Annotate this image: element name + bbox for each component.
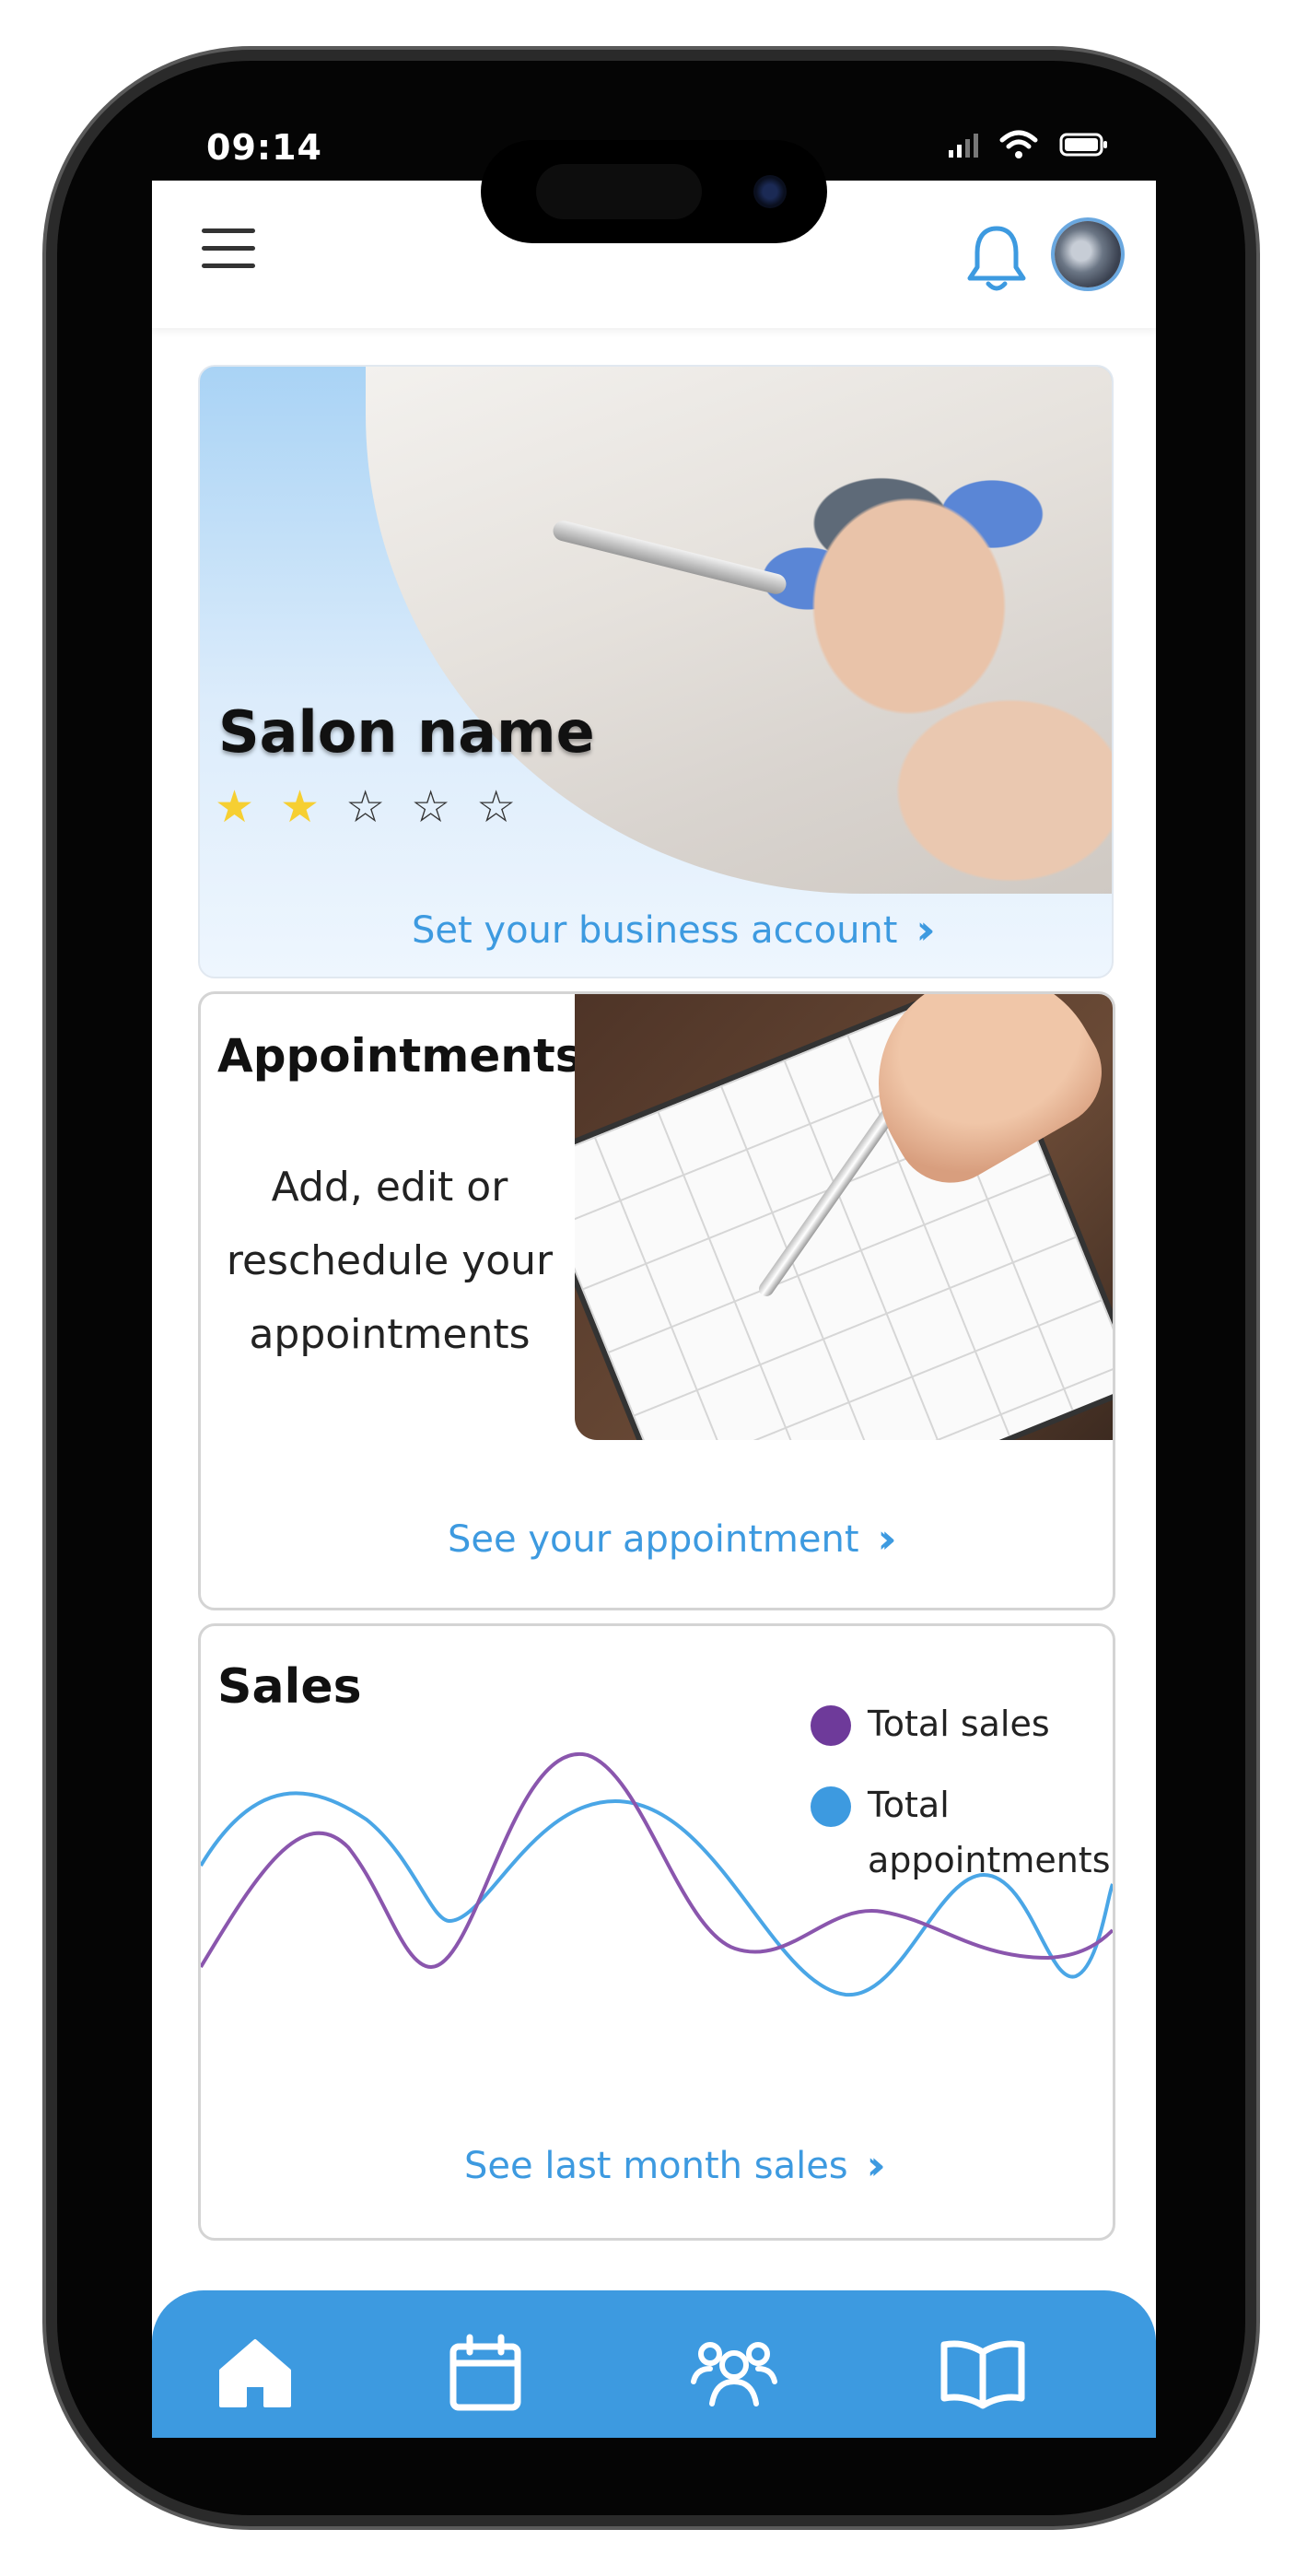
home-icon <box>219 2339 291 2407</box>
calendar-icon <box>449 2334 521 2411</box>
appointments-title: Appointments <box>217 1029 583 1083</box>
legend-item-total-sales: Total sales <box>811 1696 1107 1751</box>
star-empty-icon[interactable]: ☆ <box>411 785 450 829</box>
double-chevron-right-icon: ›› <box>916 907 936 954</box>
see-appointment-label: See your appointment <box>448 1517 859 1561</box>
dynamic-island <box>481 140 827 243</box>
battery-icon <box>1059 133 1107 157</box>
cellular-signal-icon <box>949 134 978 158</box>
legend-item-total-appointments: Total appointments <box>811 1777 1111 1888</box>
nav-calendar[interactable] <box>439 2327 531 2419</box>
legend-dot-blue <box>811 1786 851 1827</box>
legend-label: Total appointments <box>868 1785 1111 1880</box>
see-last-month-sales-link[interactable]: See last month sales ›› <box>464 2142 887 2189</box>
nav-home[interactable] <box>209 2327 301 2419</box>
volume-down-button <box>46 977 57 1152</box>
status-icons <box>947 129 1109 160</box>
app-screen: Salon name ★ ★ ☆ ☆ ☆ Set your business accou… <box>152 181 1156 2438</box>
see-last-month-sales-label: See last month sales <box>464 2144 848 2187</box>
hamburger-icon[interactable] <box>202 228 255 271</box>
nav-catalog[interactable] <box>937 2327 1029 2419</box>
star-filled-icon[interactable]: ★ <box>215 785 254 829</box>
power-button <box>1245 811 1256 1096</box>
wifi-icon <box>999 130 1038 158</box>
appointments-card: Appointments Add, edit or reschedule you… <box>198 991 1115 1610</box>
book-icon <box>940 2340 1025 2409</box>
salon-name: Salon name <box>218 698 595 766</box>
sales-title: Sales <box>217 1659 362 1715</box>
nav-clients[interactable] <box>688 2327 780 2419</box>
users-icon <box>691 2342 777 2406</box>
silent-switch <box>46 562 57 650</box>
camera-icon <box>753 175 787 208</box>
appointments-description: Add, edit or reschedule your appointment… <box>226 1164 554 1358</box>
chart-legend: Total sales Total appointments <box>811 1696 1111 1914</box>
star-filled-icon[interactable]: ★ <box>280 785 320 829</box>
legend-dot-purple <box>811 1705 851 1746</box>
set-business-account-label: Set your business account <box>412 908 898 952</box>
bottom-nav <box>152 2290 1156 2438</box>
rating-stars[interactable]: ★ ★ ☆ ☆ ☆ <box>215 785 516 829</box>
volume-up-button <box>46 746 57 921</box>
double-chevron-right-icon: ›› <box>877 1516 898 1563</box>
see-appointment-link[interactable]: See your appointment ›› <box>448 1516 898 1563</box>
double-chevron-right-icon: ›› <box>866 2142 887 2189</box>
avatar[interactable] <box>1055 221 1121 287</box>
set-business-account-link[interactable]: Set your business account ›› <box>412 907 936 954</box>
legend-label: Total sales <box>868 1704 1050 1744</box>
status-time: 09:14 <box>206 127 322 168</box>
calendar-photo <box>575 994 1113 1440</box>
star-empty-icon[interactable]: ☆ <box>476 785 516 829</box>
star-empty-icon[interactable]: ☆ <box>345 785 385 829</box>
business-card: Salon name ★ ★ ☆ ☆ ☆ Set your business accou… <box>198 365 1114 978</box>
sales-card: Sales Total sales Total appointments See… <box>198 1623 1115 2241</box>
bell-icon[interactable] <box>964 221 1029 295</box>
